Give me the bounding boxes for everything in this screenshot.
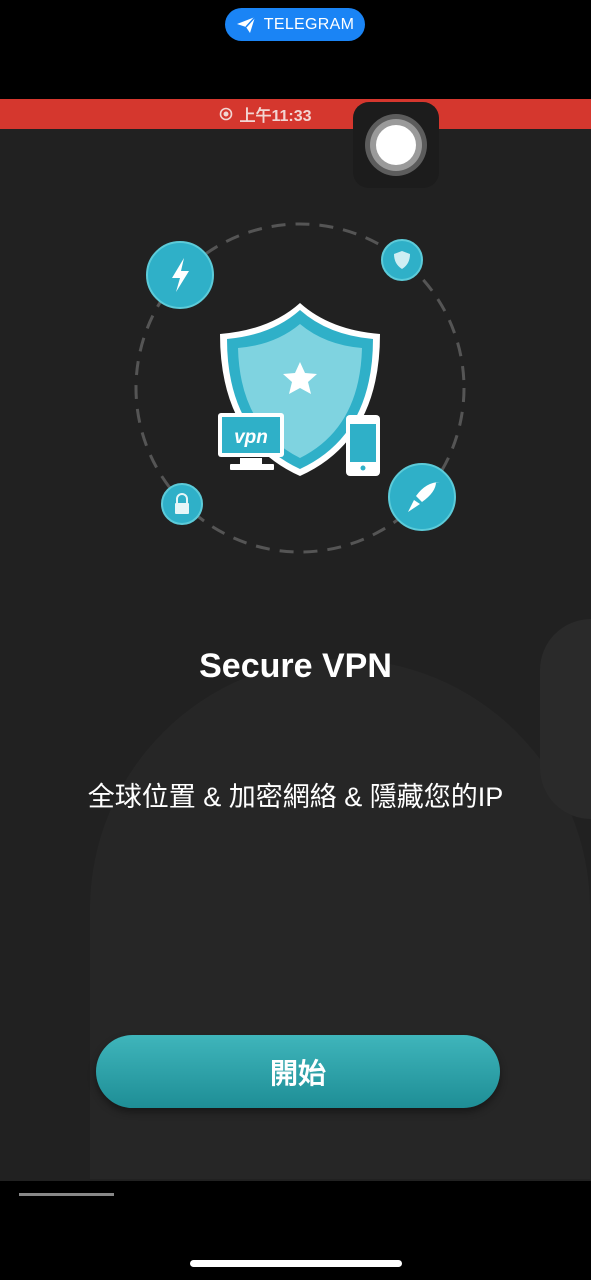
lock-icon: [161, 483, 203, 525]
telegram-icon: [236, 15, 256, 33]
recording-icon: [220, 107, 233, 121]
shield-small-icon: [381, 239, 423, 281]
app-subtitle: 全球位置 & 加密網絡 & 隱藏您的IP: [87, 782, 504, 812]
monitor-icon: vpn: [218, 413, 284, 470]
rocket-icon: [388, 463, 456, 531]
screen-recording-bar[interactable]: 上午11:33: [0, 99, 591, 129]
progress-indicator: [19, 1193, 114, 1196]
telegram-return-pill[interactable]: TELEGRAM: [225, 8, 365, 41]
app-screen: 上午11:33 vpn Secure VPN 全球位置 & 加密網絡 & 隱藏您…: [0, 99, 591, 1181]
assistive-touch-button[interactable]: [353, 102, 439, 188]
vpn-label: vpn: [234, 427, 268, 448]
start-button[interactable]: 開始: [96, 1035, 500, 1108]
home-indicator[interactable]: [190, 1260, 402, 1267]
vpn-illustration: vpn: [134, 222, 466, 554]
app-title: Secure VPN: [199, 647, 392, 685]
phone-icon: [346, 415, 380, 476]
lightning-icon: [146, 241, 214, 309]
telegram-label: TELEGRAM: [263, 15, 355, 33]
status-time: 上午11:33: [239, 108, 312, 125]
